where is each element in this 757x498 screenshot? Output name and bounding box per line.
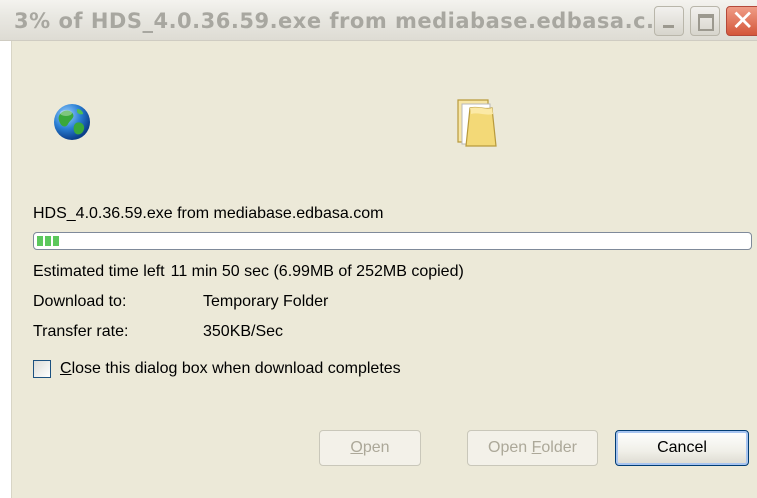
- transfer-rate-value: 350KB/Sec: [203, 323, 284, 340]
- close-when-done-label[interactable]: Close this dialog box when download comp…: [60, 360, 401, 378]
- time-left-row: Estimated time left 11 min 50 sec (6.99MB…: [33, 263, 464, 281]
- transfer-rate-label: Transfer rate:: [33, 323, 129, 340]
- folder-icon: [457, 99, 497, 147]
- close-when-done-checkbox[interactable]: [33, 360, 51, 378]
- title-bar[interactable]: 3% of HDS_4.0.36.59.exe from mediabase.e…: [0, 0, 757, 41]
- maximize-button[interactable]: [690, 6, 720, 36]
- maximize-icon: [698, 14, 714, 31]
- download-dialog: 3% of HDS_4.0.36.59.exe from mediabase.e…: [0, 0, 757, 498]
- open-button[interactable]: Open: [319, 430, 421, 466]
- download-to-value: Temporary Folder: [203, 293, 329, 310]
- close-when-done-option[interactable]: Close this dialog box when download comp…: [33, 359, 401, 379]
- minimize-button[interactable]: [654, 6, 684, 36]
- transfer-rate-row: Transfer rate: 350KB/Sec: [33, 323, 283, 341]
- progress-fill: [37, 236, 61, 246]
- download-to-row: Download to: Temporary Folder: [33, 293, 328, 311]
- download-progress-bar: [33, 232, 752, 250]
- dialog-body: HDS_4.0.36.59.exe from mediabase.edbasa.…: [11, 41, 757, 498]
- close-button[interactable]: ✕: [726, 4, 757, 37]
- download-source-text: HDS_4.0.36.59.exe from mediabase.edbasa.…: [33, 205, 384, 222]
- download-to-label: Download to:: [33, 293, 127, 310]
- time-left-value: 11 min 50 sec (6.99MB of 252MB copied): [170, 263, 464, 280]
- cancel-button[interactable]: Cancel: [615, 430, 749, 466]
- globe-icon: [54, 104, 90, 140]
- minimize-icon: [663, 25, 674, 28]
- time-left-label: Estimated time left: [33, 263, 165, 280]
- window-title: 3% of HDS_4.0.36.59.exe from mediabase.e…: [14, 9, 672, 33]
- open-folder-button[interactable]: Open Folder: [467, 430, 598, 466]
- close-icon: ✕: [731, 4, 755, 37]
